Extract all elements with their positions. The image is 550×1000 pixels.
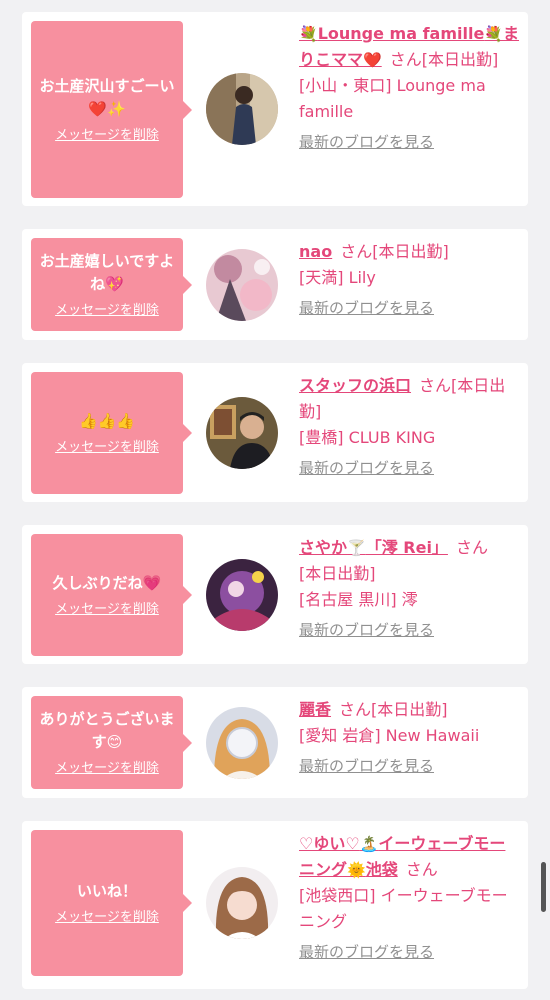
- flower-icon: 💐: [484, 25, 503, 43]
- message-text: 👍👍👍: [78, 411, 136, 430]
- delete-message-link[interactable]: メッセージを削除: [55, 601, 159, 619]
- shop-location: [名古屋 黒川] 澪: [299, 590, 418, 609]
- delete-message-link[interactable]: メッセージを削除: [55, 302, 159, 320]
- cast-info: スタッフの浜口 さん[本日出勤] [豊橋] CLUB KING 最新のブログを見る: [299, 373, 521, 479]
- message-text: お土産嬉しいですよね💖: [39, 251, 175, 293]
- message-list: お土産沢山すごーい❤️✨ メッセージを削除 💐Lounge ma famille…: [0, 0, 550, 1000]
- latest-blog-link[interactable]: 最新のブログを見る: [299, 297, 521, 319]
- avatar[interactable]: [206, 397, 278, 469]
- message-card: 👍👍👍 メッセージを削除 スタッフの浜口 さん[本日出勤] [豊橋] CLUB K…: [22, 363, 528, 502]
- cast-info: さやか🍸「澪 Rei」 さん [本日出勤] [名古屋 黒川] 澪 最新のブログを見…: [299, 535, 521, 641]
- latest-blog-link[interactable]: 最新のブログを見る: [299, 619, 521, 641]
- delete-message-link[interactable]: メッセージを削除: [55, 127, 159, 145]
- message-text: お土産沢山すごーい❤️✨: [39, 76, 175, 118]
- cast-shop-name-text: 「澪 Rei」: [365, 538, 448, 557]
- message-card: 久しぶりだね💗 メッセージを削除 さやか🍸「澪 Rei」 さん [本日出勤] [名…: [22, 525, 528, 664]
- delete-message-link[interactable]: メッセージを削除: [55, 909, 159, 927]
- avatar[interactable]: [206, 73, 278, 145]
- honorific: さん: [339, 700, 372, 719]
- flower-icon: 💐: [299, 25, 318, 43]
- work-status: [本日出勤]: [372, 242, 449, 261]
- shop-location: [愛知 岩倉] New Hawaii: [299, 726, 480, 745]
- scrollbar[interactable]: [541, 862, 546, 912]
- avatar[interactable]: [206, 249, 278, 321]
- message-bubble: いいね！ メッセージを削除: [31, 830, 192, 976]
- cast-name-link[interactable]: nao: [299, 242, 332, 261]
- cast-name-link[interactable]: スタッフの浜口: [299, 376, 411, 395]
- cast-info: 麗香 さん[本日出勤] [愛知 岩倉] New Hawaii 最新のブログを見る: [299, 697, 521, 777]
- message-card: お土産嬉しいですよね💖 メッセージを削除 nao さん[本日出勤] [天満] Li…: [22, 229, 528, 340]
- honorific: さん: [405, 860, 438, 879]
- work-status: [本日出勤]: [371, 700, 448, 719]
- message-bubble: 👍👍👍 メッセージを削除: [31, 372, 192, 494]
- shop-location: [小山・東口] Lounge ma famille: [299, 76, 486, 121]
- message-bubble: お土産沢山すごーい❤️✨ メッセージを削除: [31, 21, 192, 198]
- cast-name-link[interactable]: 麗香: [299, 700, 331, 719]
- cast-name-text: ♡ゆい♡: [299, 834, 360, 853]
- cocktail-icon: 🍸: [347, 539, 366, 557]
- delete-message-link[interactable]: メッセージを削除: [55, 439, 159, 457]
- heart-icon: ❤️: [363, 51, 382, 69]
- latest-blog-link[interactable]: 最新のブログを見る: [299, 755, 521, 777]
- cast-shop-name-text: Lounge ma famille: [317, 24, 485, 43]
- message-card: ありがとうございます😊 メッセージを削除 麗香 さん[本日出勤] [愛知 岩倉] …: [22, 687, 528, 798]
- shop-location: [天満] Lily: [299, 268, 376, 287]
- honorific: さん: [340, 242, 373, 261]
- work-status: [本日出勤]: [421, 50, 499, 69]
- message-text: いいね！: [76, 881, 137, 900]
- cast-name-text: さやか: [299, 538, 348, 557]
- latest-blog-link[interactable]: 最新のブログを見る: [299, 941, 521, 963]
- cast-info: nao さん[本日出勤] [天満] Lily 最新のブログを見る: [299, 239, 521, 319]
- message-text: ありがとうございます😊: [39, 709, 175, 751]
- avatar[interactable]: [206, 707, 278, 779]
- shop-location: [豊橋] CLUB KING: [299, 428, 436, 447]
- shop-location: [池袋西口] イーウェーブモーニング: [299, 886, 508, 931]
- message-bubble: お土産嬉しいですよね💖 メッセージを削除: [31, 238, 192, 331]
- cast-info: ♡ゆい♡🏝️イーウェーブモーニング🌞池袋 さん [池袋西口] イーウェーブモーニン…: [299, 831, 521, 963]
- latest-blog-link[interactable]: 最新のブログを見る: [299, 131, 521, 153]
- work-status: [本日出勤]: [299, 564, 376, 583]
- honorific: さん: [389, 50, 422, 69]
- delete-message-link[interactable]: メッセージを削除: [55, 760, 159, 778]
- island-icon: 🏝️: [359, 835, 379, 853]
- message-bubble: 久しぶりだね💗 メッセージを削除: [31, 534, 192, 656]
- message-bubble: ありがとうございます😊 メッセージを削除: [31, 696, 192, 789]
- sun-icon: 🌞: [347, 861, 366, 879]
- avatar[interactable]: [206, 559, 278, 631]
- latest-blog-link[interactable]: 最新のブログを見る: [299, 457, 521, 479]
- cast-area-text: 池袋: [365, 860, 398, 879]
- cast-name-link[interactable]: さやか🍸「澪 Rei」: [299, 538, 448, 557]
- message-text: 久しぶりだね💗: [52, 573, 162, 592]
- honorific: さん: [455, 538, 488, 557]
- cast-name-link[interactable]: ♡ゆい♡🏝️イーウェーブモーニング🌞池袋: [299, 834, 505, 879]
- avatar[interactable]: [206, 867, 278, 939]
- message-card: お土産沢山すごーい❤️✨ メッセージを削除 💐Lounge ma famille…: [22, 12, 528, 206]
- cast-info: 💐Lounge ma famille💐まりこママ❤️ さん[本日出勤] [小山・東…: [299, 21, 521, 153]
- honorific: さん: [419, 376, 452, 395]
- message-card: いいね！ メッセージを削除 ♡ゆい♡🏝️イーウェーブモーニング🌞池袋 さん [池袋…: [22, 821, 528, 989]
